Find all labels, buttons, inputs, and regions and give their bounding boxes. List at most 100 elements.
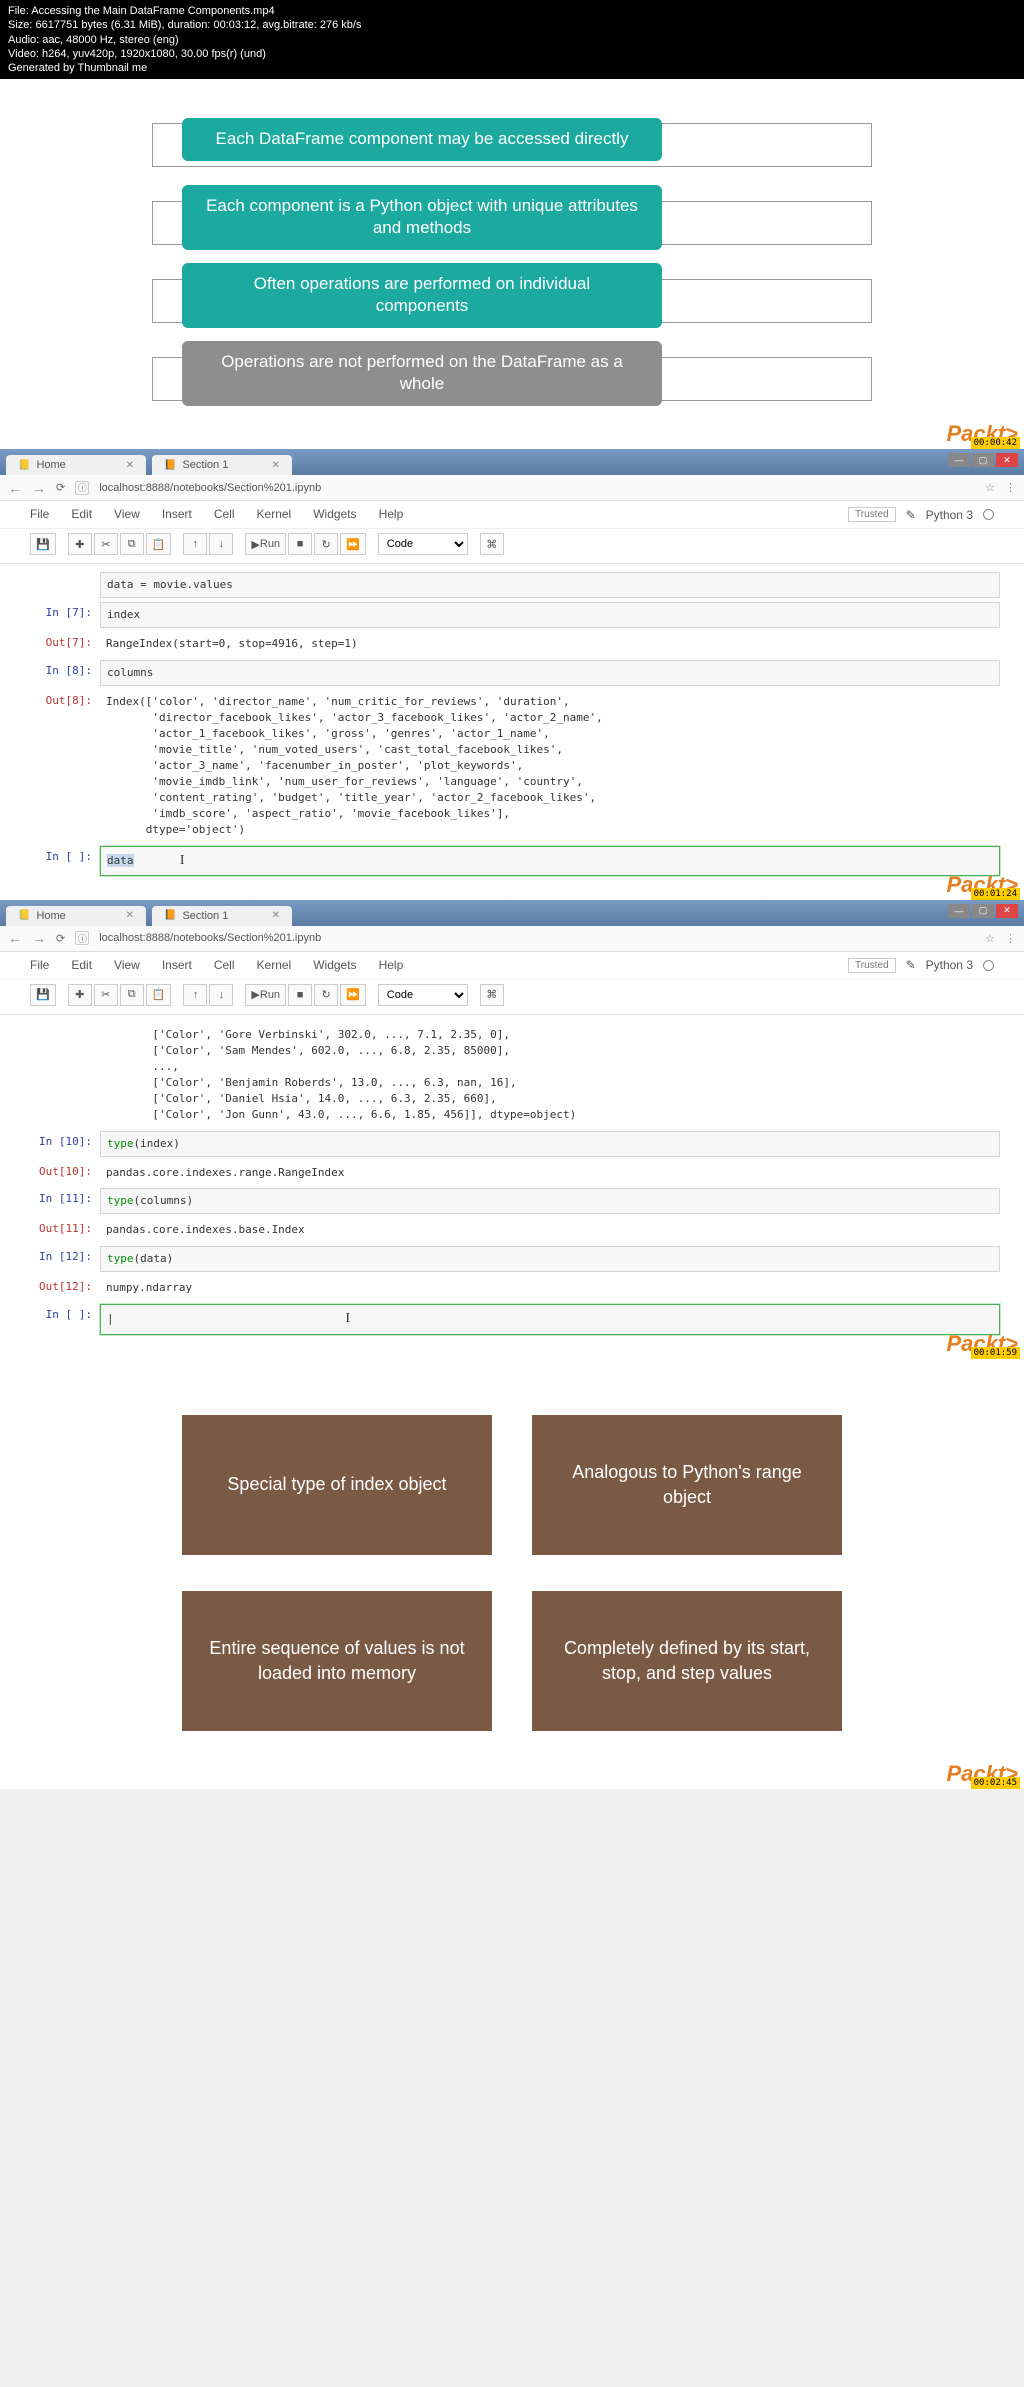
site-info-icon[interactable]: ⓘ: [75, 931, 89, 945]
paste-button[interactable]: 📋: [146, 984, 172, 1006]
maximize-icon[interactable]: ▢: [972, 904, 994, 918]
menu-insert[interactable]: Insert: [162, 507, 192, 522]
close-icon[interactable]: ✕: [126, 910, 134, 921]
kernel-name: Python 3: [926, 958, 973, 972]
menu-file[interactable]: File: [30, 507, 49, 522]
menu-icon[interactable]: ⋮: [1005, 932, 1016, 945]
menu-edit[interactable]: Edit: [71, 507, 92, 522]
address-bar: ← → ⟳ ⓘ localhost:8888/notebooks/Section…: [0, 926, 1024, 952]
meta-video: Video: h264, yuv420p, 1920x1080, 30.00 f…: [8, 47, 1016, 61]
cut-button[interactable]: ✂: [94, 533, 118, 555]
code-input[interactable]: type(data): [107, 1252, 173, 1265]
bookmark-icon[interactable]: ☆: [985, 481, 995, 494]
minimize-icon[interactable]: —: [948, 453, 970, 467]
browser-tab-section1[interactable]: 📙Section 1✕: [152, 455, 292, 475]
back-icon[interactable]: ←: [8, 480, 22, 496]
celltype-select[interactable]: Code: [378, 984, 468, 1006]
code-input[interactable]: columns: [107, 666, 153, 679]
forward-icon[interactable]: →: [32, 480, 46, 496]
browser-tab-section1[interactable]: 📙Section 1✕: [152, 906, 292, 926]
close-icon[interactable]: ✕: [126, 460, 134, 471]
quad-box-3: Entire sequence of values is not loaded …: [182, 1591, 492, 1731]
trusted-badge[interactable]: Trusted: [848, 958, 896, 973]
browser-tabs: 📒Home✕ 📙Section 1✕ — ▢ ✕: [0, 900, 1024, 926]
celltype-select[interactable]: Code: [378, 533, 468, 555]
run-button[interactable]: ▶ Run: [245, 533, 286, 555]
menu-insert[interactable]: Insert: [162, 958, 192, 973]
minimize-icon[interactable]: —: [948, 904, 970, 918]
trusted-badge[interactable]: Trusted: [848, 507, 896, 522]
run-button[interactable]: ▶ Run: [245, 984, 286, 1006]
move-down-button[interactable]: ↓: [209, 533, 233, 555]
meta-file: File: Accessing the Main DataFrame Compo…: [8, 4, 1016, 18]
menu-file[interactable]: File: [30, 958, 49, 973]
copy-button[interactable]: ⧉: [120, 984, 144, 1006]
forward-icon[interactable]: →: [32, 930, 46, 946]
reload-icon[interactable]: ⟳: [56, 932, 65, 945]
menu-kernel[interactable]: Kernel: [257, 958, 292, 973]
command-palette-button[interactable]: ⌘: [480, 533, 504, 555]
menu-edit[interactable]: Edit: [71, 958, 92, 973]
close-icon[interactable]: ✕: [996, 904, 1018, 918]
paste-button[interactable]: 📋: [146, 533, 172, 555]
move-up-button[interactable]: ↑: [183, 533, 207, 555]
url-text[interactable]: localhost:8888/notebooks/Section%201.ipy…: [99, 932, 975, 944]
pill-1: Each DataFrame component may be accessed…: [182, 118, 662, 160]
cut-button[interactable]: ✂: [94, 984, 118, 1006]
browser-tabs: 📒Home✕ 📙Section 1✕ — ▢ ✕: [0, 449, 1024, 475]
close-icon[interactable]: ✕: [996, 453, 1018, 467]
interrupt-button[interactable]: ■: [288, 533, 312, 555]
text-cursor-icon: I: [180, 853, 185, 868]
menu-kernel[interactable]: Kernel: [257, 507, 292, 522]
active-cell[interactable]: | I: [100, 1304, 1000, 1334]
reload-icon[interactable]: ⟳: [56, 481, 65, 494]
menu-view[interactable]: View: [114, 958, 140, 973]
menu-widgets[interactable]: Widgets: [313, 507, 356, 522]
address-bar: ← → ⟳ ⓘ localhost:8888/notebooks/Section…: [0, 475, 1024, 501]
menu-cell[interactable]: Cell: [214, 958, 235, 973]
browser-frame-1: 📒Home✕ 📙Section 1✕ — ▢ ✕ ← → ⟳ ⓘ localho…: [0, 449, 1024, 899]
video-metadata: File: Accessing the Main DataFrame Compo…: [0, 0, 1024, 79]
code-input[interactable]: type(columns): [107, 1194, 193, 1207]
active-cell[interactable]: data I: [100, 846, 1000, 876]
edit-icon[interactable]: ✎: [906, 958, 916, 972]
back-icon[interactable]: ←: [8, 930, 22, 946]
browser-tab-home[interactable]: 📒Home✕: [6, 906, 146, 926]
maximize-icon[interactable]: ▢: [972, 453, 994, 467]
browser-tab-home[interactable]: 📒Home✕: [6, 455, 146, 475]
restart-button[interactable]: ↻: [314, 533, 338, 555]
output-text: pandas.core.indexes.base.Index: [106, 1223, 305, 1236]
menu-help[interactable]: Help: [379, 958, 404, 973]
site-info-icon[interactable]: ⓘ: [75, 481, 89, 495]
edit-icon[interactable]: ✎: [906, 508, 916, 522]
add-cell-button[interactable]: ✚: [68, 984, 92, 1006]
output-text: pandas.core.indexes.range.RangeIndex: [106, 1166, 344, 1179]
menu-view[interactable]: View: [114, 507, 140, 522]
window-controls: — ▢ ✕: [948, 453, 1018, 467]
save-button[interactable]: 💾: [30, 984, 56, 1006]
code-line[interactable]: data = movie.values: [107, 578, 233, 591]
add-cell-button[interactable]: ✚: [68, 533, 92, 555]
in-prompt: In [8]:: [24, 660, 100, 686]
code-input[interactable]: type(index): [107, 1137, 180, 1150]
command-palette-button[interactable]: ⌘: [480, 984, 504, 1006]
menu-help[interactable]: Help: [379, 507, 404, 522]
interrupt-button[interactable]: ■: [288, 984, 312, 1006]
menu-cell[interactable]: Cell: [214, 507, 235, 522]
move-down-button[interactable]: ↓: [209, 984, 233, 1006]
restart-run-button[interactable]: ⏩: [340, 984, 366, 1006]
menu-widgets[interactable]: Widgets: [313, 958, 356, 973]
quad-box-1: Special type of index object: [182, 1415, 492, 1555]
restart-button[interactable]: ↻: [314, 984, 338, 1006]
move-up-button[interactable]: ↑: [183, 984, 207, 1006]
bookmark-icon[interactable]: ☆: [985, 932, 995, 945]
code-input[interactable]: index: [107, 608, 140, 621]
close-icon[interactable]: ✕: [272, 460, 280, 471]
menu-icon[interactable]: ⋮: [1005, 481, 1016, 494]
url-text[interactable]: localhost:8888/notebooks/Section%201.ipy…: [99, 482, 975, 494]
restart-run-button[interactable]: ⏩: [340, 533, 366, 555]
close-icon[interactable]: ✕: [272, 910, 280, 921]
copy-button[interactable]: ⧉: [120, 533, 144, 555]
output-text: ['Color', 'Gore Verbinski', 302.0, ..., …: [106, 1027, 994, 1123]
save-button[interactable]: 💾: [30, 533, 56, 555]
